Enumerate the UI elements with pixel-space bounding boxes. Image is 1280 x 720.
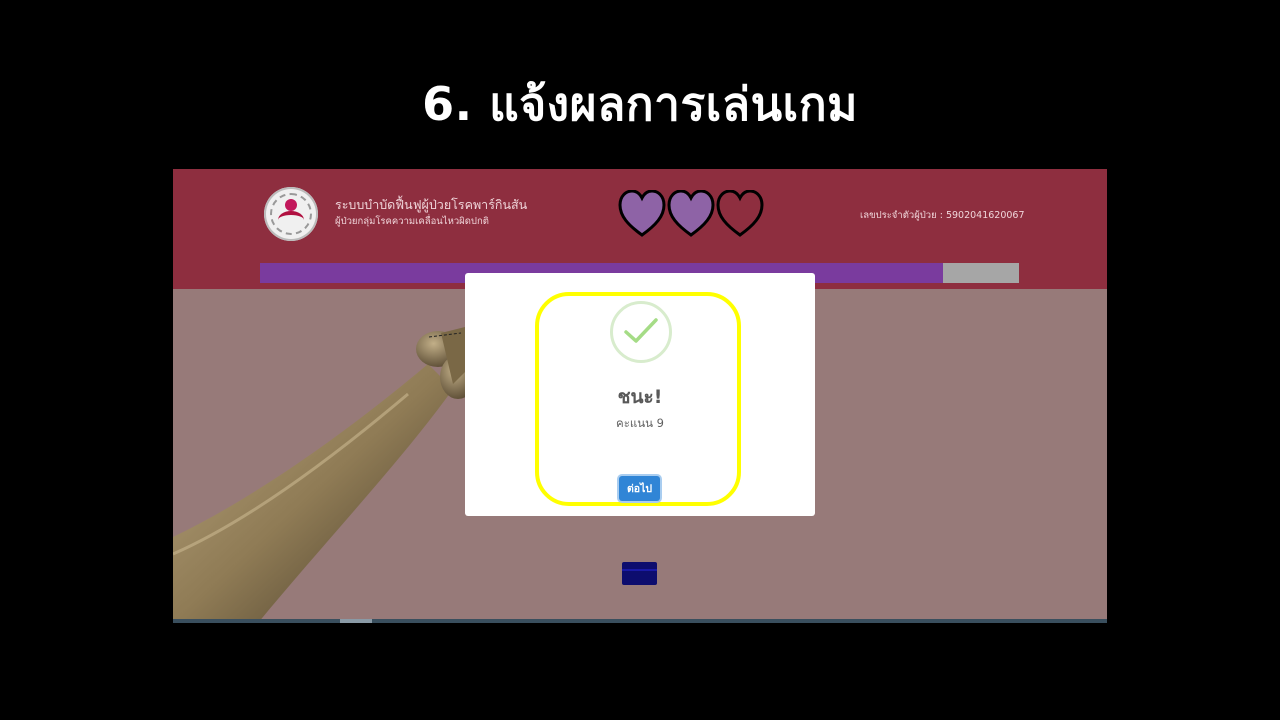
slide-title: 6. แจ้งผลการเล่นเกม — [422, 77, 858, 131]
bottom-scrollbar[interactable] — [173, 619, 1107, 623]
success-check-icon — [610, 301, 672, 363]
heart-icon-filled — [667, 190, 715, 237]
heart-icon-empty — [716, 190, 764, 237]
heart-icon-filled — [618, 190, 666, 237]
system-title: ระบบบำบัดฟื้นฟูผู้ป่วยโรคพาร์กินสัน — [335, 197, 528, 212]
target-block — [622, 562, 657, 585]
patient-id: เลขประจำตัวผู้ป่วย : 5902041620067 — [860, 210, 1025, 221]
scrollbar-thumb[interactable] — [340, 619, 372, 623]
game-header: ระบบบำบัดฟื้นฟูผู้ป่วยโรคพาร์กินสัน ผู้ป… — [173, 169, 1107, 289]
game-screen: ระบบบำบัดฟื้นฟูผู้ป่วยโรคพาร์กินสัน ผู้ป… — [173, 169, 1107, 623]
lives-hearts — [618, 190, 764, 237]
hospital-logo — [264, 187, 318, 241]
result-title: ชนะ! — [617, 386, 663, 408]
result-dialog: ชนะ! คะแนน 9 ต่อไป — [465, 273, 815, 516]
next-button[interactable]: ต่อไป — [619, 476, 660, 501]
system-subtitle: ผู้ป่วยกลุ่มโรคความเคลื่อนไหวผิดปกติ — [335, 216, 489, 227]
score-text: คะแนน 9 — [616, 416, 664, 430]
